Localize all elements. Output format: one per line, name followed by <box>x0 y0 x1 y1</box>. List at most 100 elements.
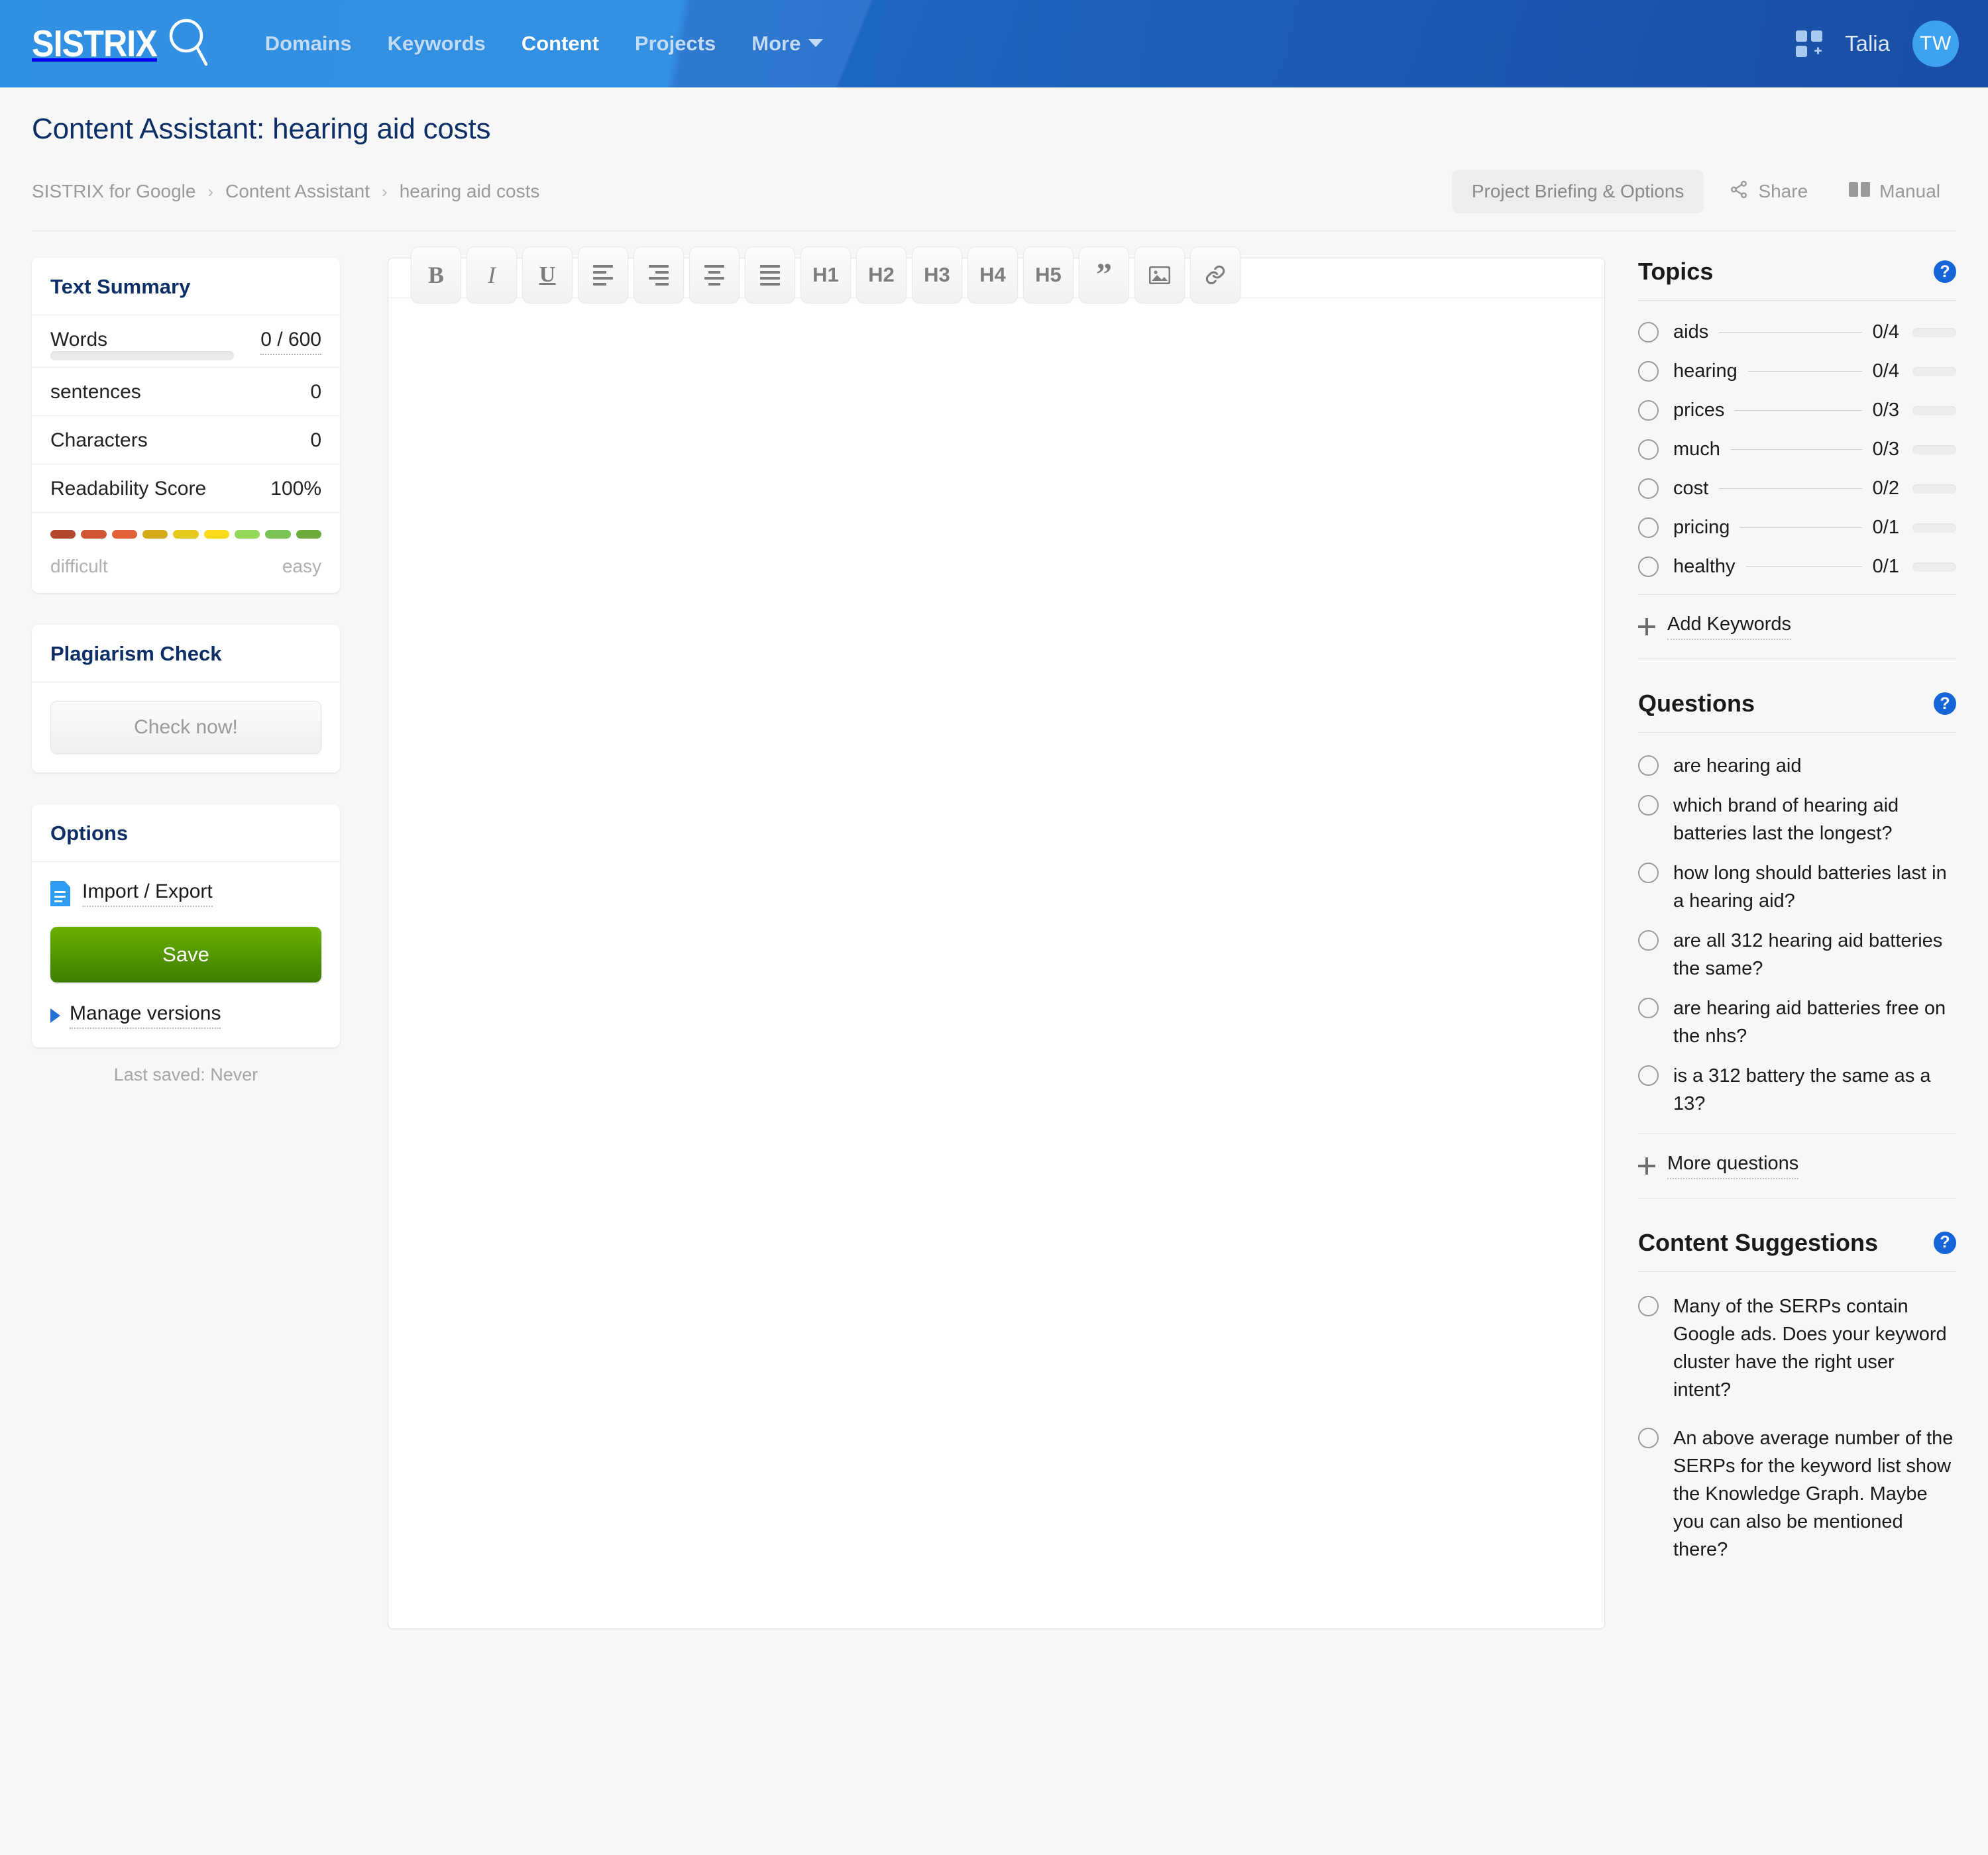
topic-radio[interactable] <box>1638 400 1659 421</box>
topic-row[interactable]: healthy 0/1 <box>1638 547 1956 586</box>
editor-text-area[interactable] <box>388 298 1604 1597</box>
question-label: which brand of hearing aid batteries las… <box>1673 795 1899 845</box>
nav-item-projects[interactable]: Projects <box>617 32 734 56</box>
topic-label: cost <box>1673 478 1709 499</box>
align-justify-button[interactable] <box>745 246 795 303</box>
heading-3-button[interactable]: H3 <box>912 246 962 303</box>
heading-4-button[interactable]: H4 <box>967 246 1018 303</box>
heading-5-button[interactable]: H5 <box>1023 246 1074 303</box>
topic-row[interactable]: cost 0/2 <box>1638 469 1956 508</box>
plus-icon <box>1638 1157 1655 1175</box>
breadcrumb-item-root[interactable]: SISTRIX for Google <box>32 181 195 202</box>
content-suggestion-radio[interactable] <box>1638 1295 1659 1316</box>
manage-versions-link[interactable]: Manage versions <box>70 1002 221 1029</box>
page-title: Content Assistant: hearing aid costs <box>32 113 491 145</box>
topic-row[interactable]: hearing 0/4 <box>1638 352 1956 391</box>
insert-image-button[interactable] <box>1134 246 1185 303</box>
topic-progress-bar <box>1912 523 1956 533</box>
topic-row[interactable]: pricing 0/1 <box>1638 508 1956 547</box>
nav-item-more[interactable]: More <box>734 32 841 56</box>
share-link[interactable]: Share <box>1713 180 1824 204</box>
help-icon[interactable]: ? <box>1934 260 1956 283</box>
topic-row[interactable]: prices 0/3 <box>1638 391 1956 430</box>
question-radio[interactable] <box>1638 795 1659 816</box>
stat-value-readability: 100% <box>270 478 321 500</box>
question-row[interactable]: are hearing aid <box>1638 746 1956 786</box>
sistrix-logo[interactable]: SISTRIX <box>32 17 209 72</box>
add-keywords-row[interactable]: Add Keywords <box>1638 594 1956 659</box>
readability-segment-6 <box>203 530 229 539</box>
insert-link-button[interactable] <box>1190 246 1241 303</box>
bold-button[interactable]: B <box>411 246 461 303</box>
question-radio[interactable] <box>1638 998 1659 1019</box>
user-name-label[interactable]: Talia <box>1845 31 1890 56</box>
topic-row[interactable]: much 0/3 <box>1638 430 1956 469</box>
topic-leader-line <box>1740 527 1862 528</box>
nav-item-keywords[interactable]: Keywords <box>370 32 504 56</box>
help-icon[interactable]: ? <box>1934 692 1956 715</box>
align-center-icon <box>704 264 724 286</box>
content-suggestion-radio[interactable] <box>1638 1427 1659 1448</box>
question-radio[interactable] <box>1638 863 1659 884</box>
content-suggestions-panel: Content Suggestions ? Many of the SERPs … <box>1638 1229 1956 1583</box>
topic-label: prices <box>1673 399 1725 421</box>
readability-segment-5 <box>173 530 199 539</box>
italic-button[interactable]: I <box>467 246 517 303</box>
question-row[interactable]: are all 312 hearing aid batteries the sa… <box>1638 921 1956 988</box>
stat-row-characters: Characters 0 <box>32 416 340 464</box>
question-radio[interactable] <box>1638 755 1659 776</box>
grid-plus-icon[interactable] <box>1796 30 1823 57</box>
topic-leader-line <box>1719 332 1862 333</box>
align-left-button[interactable] <box>578 246 628 303</box>
content-suggestion-row[interactable]: Many of the SERPs contain Google ads. Do… <box>1638 1287 1956 1418</box>
help-icon[interactable]: ? <box>1934 1231 1956 1254</box>
topic-label: healthy <box>1673 556 1736 577</box>
question-radio[interactable] <box>1638 930 1659 951</box>
more-questions-link[interactable]: More questions <box>1667 1153 1799 1179</box>
topic-progress-bar <box>1912 327 1956 337</box>
more-questions-row[interactable]: More questions <box>1638 1133 1956 1198</box>
align-right-button[interactable] <box>634 246 684 303</box>
nav-item-content[interactable]: Content <box>504 32 617 56</box>
topic-row[interactable]: aids 0/4 <box>1638 313 1956 352</box>
topic-radio[interactable] <box>1638 361 1659 382</box>
topic-progress-bar <box>1912 562 1956 572</box>
manual-link[interactable]: Manual <box>1833 181 1956 203</box>
topic-label: hearing <box>1673 360 1738 382</box>
questions-list: are hearing aid which brand of hearing ai… <box>1638 733 1956 1134</box>
stat-label-characters: Characters <box>50 429 148 451</box>
nav-item-domains[interactable]: Domains <box>247 32 370 56</box>
topic-count: 0/4 <box>1872 360 1899 382</box>
question-row[interactable]: which brand of hearing aid batteries las… <box>1638 786 1956 853</box>
avatar[interactable]: TW <box>1912 21 1959 67</box>
underline-button[interactable]: U <box>522 246 573 303</box>
topic-leader-line <box>1719 488 1862 489</box>
blockquote-button[interactable]: ” <box>1079 246 1129 303</box>
topic-radio[interactable] <box>1638 478 1659 499</box>
options-body: Import / Export Save Manage versions <box>32 862 340 1047</box>
align-center-button[interactable] <box>689 246 740 303</box>
import-export-link[interactable]: Import / Export <box>82 880 213 907</box>
question-row[interactable]: is a 312 battery the same as a 13? <box>1638 1056 1956 1124</box>
topic-radio[interactable] <box>1638 556 1659 577</box>
heading-1-button[interactable]: H1 <box>801 246 851 303</box>
topic-radio[interactable] <box>1638 517 1659 538</box>
content-suggestion-row[interactable]: An above average number of the SERPs for… <box>1638 1418 1956 1578</box>
question-radio[interactable] <box>1638 1065 1659 1086</box>
readability-segments <box>50 530 321 539</box>
topic-leader-line <box>1730 449 1862 450</box>
check-now-button[interactable]: Check now! <box>50 701 321 754</box>
topic-radio[interactable] <box>1638 439 1659 460</box>
question-row[interactable]: are hearing aid batteries free on the nh… <box>1638 988 1956 1056</box>
save-button[interactable]: Save <box>50 927 321 982</box>
text-summary-card: Text Summary Words 0 / 600 sentences 0 C… <box>32 258 340 593</box>
breadcrumb-item-section[interactable]: Content Assistant <box>225 181 370 202</box>
import-export-row[interactable]: Import / Export <box>50 880 321 907</box>
topic-label: pricing <box>1673 517 1730 538</box>
question-row[interactable]: how long should batteries last in a hear… <box>1638 853 1956 921</box>
topic-radio[interactable] <box>1638 322 1659 343</box>
heading-2-button[interactable]: H2 <box>856 246 907 303</box>
manage-versions-row[interactable]: Manage versions <box>50 1002 321 1029</box>
add-keywords-link[interactable]: Add Keywords <box>1667 613 1791 640</box>
project-briefing-options-button[interactable]: Project Briefing & Options <box>1451 170 1704 213</box>
